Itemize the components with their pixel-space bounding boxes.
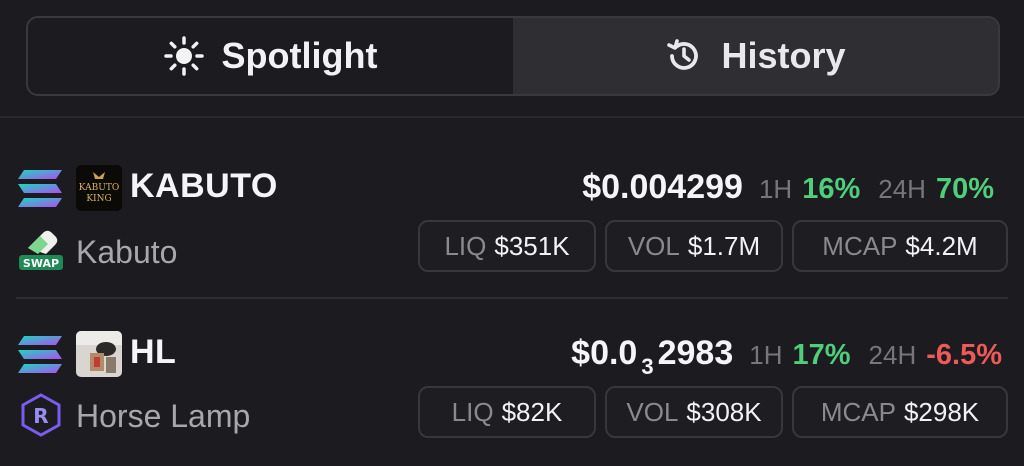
volume-stat: VOL $308K <box>605 386 783 438</box>
volume-stat: VOL $1.7M <box>605 220 783 272</box>
sun-icon <box>163 36 204 76</box>
svg-text:SWAP: SWAP <box>23 257 59 270</box>
token-name: Horse Lamp <box>76 398 251 434</box>
change-1h-value: 17% <box>792 339 851 371</box>
raydium-dex-icon: R <box>18 392 64 438</box>
change-24h-value: -6.5% <box>926 339 1002 371</box>
svg-text:KING: KING <box>86 194 111 204</box>
solana-chain-icon <box>16 334 64 376</box>
token-symbol: KABUTO <box>130 167 278 205</box>
token-price: $0.0 3 2983 <box>571 334 734 379</box>
liquidity-stat: LIQ $351K <box>418 220 596 272</box>
row-divider <box>16 297 1008 299</box>
liquidity-stat: LIQ $82K <box>418 386 596 438</box>
svg-text:R: R <box>33 404 48 428</box>
swap-dex-icon: SWAP <box>18 226 64 272</box>
price-line: $0.004299 1H 16% 24H 70% <box>582 168 1002 207</box>
change-1h-value: 16% <box>802 173 861 205</box>
hl-token-logo <box>76 331 122 377</box>
change-1h-label: 1H <box>749 340 783 370</box>
change-1h-label: 1H <box>758 174 793 204</box>
change-24h-value: 70% <box>935 173 994 205</box>
tab-spotlight-label: Spotlight <box>221 35 378 76</box>
token-symbol: HL <box>130 333 177 371</box>
token-row-kabuto[interactable]: KABUTO KING KABUTO SWAP Kabuto $0.004299… <box>0 150 1024 300</box>
price-line: $0.0 3 2983 1H 17% 24H -6.5% <box>571 334 1002 380</box>
svg-text:KABUTO: KABUTO <box>79 183 119 193</box>
kabuto-token-logo: KABUTO KING <box>76 165 122 211</box>
view-tabs: Spotlight History <box>26 16 1000 96</box>
tab-history[interactable]: History <box>513 18 998 94</box>
tab-history-label: History <box>721 35 846 76</box>
solana-chain-icon <box>16 168 64 210</box>
tab-spotlight[interactable]: Spotlight <box>28 18 513 94</box>
token-price: $0.004299 <box>582 168 743 206</box>
market-cap-stat: MCAP $298K <box>792 386 1008 438</box>
change-24h-label: 24H <box>868 340 917 370</box>
change-24h-label: 24H <box>878 174 926 204</box>
header-divider <box>0 116 1024 118</box>
token-name: Kabuto <box>76 234 178 270</box>
market-cap-stat: MCAP $4.2M <box>792 220 1008 272</box>
history-icon <box>665 37 703 75</box>
